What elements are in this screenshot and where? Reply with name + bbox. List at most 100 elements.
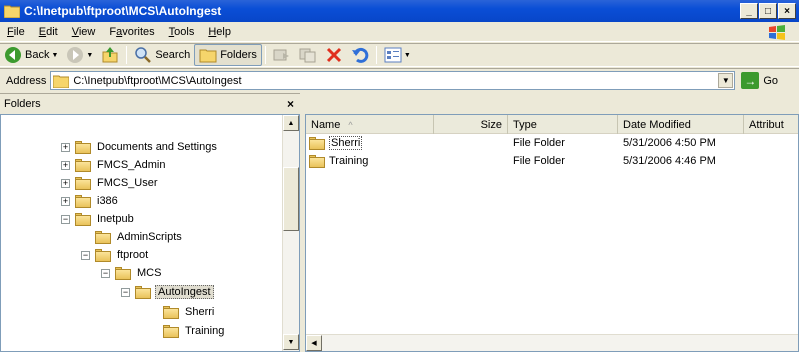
folder-icon xyxy=(95,248,111,262)
tree-item-selected[interactable]: − AutoIngest xyxy=(121,284,214,300)
folder-icon xyxy=(95,230,111,244)
search-button[interactable]: Search xyxy=(130,44,194,66)
views-icon xyxy=(384,47,402,63)
file-list[interactable]: Name ^ Size Type Date Modified Attribut … xyxy=(305,114,799,352)
list-item-name: Training xyxy=(306,154,434,168)
maximize-button[interactable]: □ xyxy=(759,3,777,19)
menu-edit[interactable]: Edit xyxy=(32,26,65,38)
scroll-down-icon[interactable]: ▼ xyxy=(283,334,299,350)
tree-item-label: i386 xyxy=(97,195,118,207)
folders-pane-close-button[interactable]: × xyxy=(287,97,294,111)
toolbar-separator xyxy=(264,46,266,64)
column-type[interactable]: Type xyxy=(508,115,618,134)
back-button[interactable]: Back ▼ xyxy=(0,44,62,66)
column-size-label: Size xyxy=(480,118,502,131)
menu-tools-rest: ools xyxy=(174,25,195,38)
list-item-type: File Folder xyxy=(513,137,565,149)
up-folder-button[interactable] xyxy=(97,44,123,66)
go-arrow-icon: → xyxy=(741,72,760,89)
forward-arrow-icon xyxy=(67,47,84,63)
back-dropdown-icon[interactable]: ▼ xyxy=(51,52,58,59)
tree-item[interactable]: + FMCS_User xyxy=(61,175,160,191)
folders-tree[interactable]: + Documents and Settings + FMCS_Admin + … xyxy=(0,114,300,352)
collapse-icon[interactable]: − xyxy=(121,287,130,297)
move-to-button[interactable] xyxy=(269,44,295,66)
toolbar: Back ▼ ▼ Search Folders ▼ xyxy=(0,43,799,67)
tree-item-label: FMCS_Admin xyxy=(97,159,166,171)
folders-button[interactable]: Folders xyxy=(194,44,262,66)
tree-item-label: FMCS_User xyxy=(97,177,158,189)
close-button[interactable]: × xyxy=(778,3,796,19)
folder-icon xyxy=(163,305,179,319)
open-folder-icon xyxy=(135,285,151,299)
folder-icon xyxy=(75,176,91,190)
tree-item[interactable]: Training xyxy=(163,323,226,339)
scroll-thumb[interactable] xyxy=(283,167,299,231)
folders-icon xyxy=(199,49,217,63)
expand-icon[interactable]: + xyxy=(61,142,70,152)
folders-pane-header: Folders × xyxy=(0,93,300,114)
scroll-up-icon[interactable]: ▲ xyxy=(283,115,299,131)
column-name[interactable]: Name ^ xyxy=(306,115,434,134)
address-input[interactable]: C:\Inetpub\ftproot\MCS\AutoIngest ▼ xyxy=(50,71,736,90)
tree-item[interactable]: + i386 xyxy=(61,193,120,209)
tree-item[interactable]: + Documents and Settings xyxy=(61,139,219,155)
folder-icon xyxy=(309,136,325,150)
delete-icon xyxy=(326,47,341,63)
title-bar[interactable]: C:\Inetpub\ftproot\MCS\AutoIngest _ □ × xyxy=(0,0,799,22)
forward-button[interactable]: ▼ xyxy=(62,44,97,66)
forward-dropdown-icon[interactable]: ▼ xyxy=(86,52,93,59)
copy-to-button[interactable] xyxy=(295,44,321,66)
menu-help[interactable]: Help xyxy=(201,26,238,38)
undo-button[interactable] xyxy=(347,44,373,66)
menu-tools[interactable]: Tools xyxy=(162,26,202,38)
folder-icon xyxy=(75,158,91,172)
tree-item[interactable]: AdminScripts xyxy=(95,229,184,245)
collapse-icon[interactable]: − xyxy=(61,214,70,224)
search-label: Search xyxy=(155,49,191,61)
scroll-left-icon[interactable]: ◀ xyxy=(306,335,322,351)
tree-item-label: MCS xyxy=(137,267,162,279)
list-item-date: 5/31/2006 4:50 PM xyxy=(623,137,716,149)
minimize-button[interactable]: _ xyxy=(740,3,758,19)
list-item[interactable]: Training File Folder 5/31/2006 4:46 PM xyxy=(306,153,744,169)
views-button[interactable]: ▼ xyxy=(380,44,415,66)
list-horizontal-scrollbar[interactable]: ◀ xyxy=(306,334,798,351)
go-button[interactable]: → Go xyxy=(741,72,778,89)
menu-help-rest: elp xyxy=(216,25,231,38)
up-folder-icon xyxy=(102,47,118,63)
tree-item-label: AutoIngest xyxy=(155,285,214,299)
views-dropdown-icon[interactable]: ▼ xyxy=(404,52,411,59)
column-date-modified[interactable]: Date Modified xyxy=(618,115,744,134)
folder-icon xyxy=(163,324,179,338)
folder-icon xyxy=(53,75,70,88)
folders-pane-title: Folders xyxy=(4,98,41,110)
collapse-icon[interactable]: − xyxy=(101,268,110,278)
expand-icon[interactable]: + xyxy=(61,160,70,170)
tree-item-label: AdminScripts xyxy=(117,231,182,243)
expand-icon[interactable]: + xyxy=(61,196,70,206)
tree-item[interactable]: Sherri xyxy=(163,304,216,320)
list-item-name-label: Training xyxy=(329,155,369,167)
tree-item-label: Inetpub xyxy=(97,213,134,225)
tree-item-label: Training xyxy=(185,325,225,337)
column-attributes[interactable]: Attribut xyxy=(744,115,798,134)
list-item[interactable]: Sherri File Folder 5/31/2006 4:50 PM xyxy=(306,135,744,151)
tree-item[interactable]: − Inetpub xyxy=(61,211,136,227)
menu-view[interactable]: View xyxy=(65,26,103,38)
address-dropdown-icon[interactable]: ▼ xyxy=(718,73,734,88)
folders-vertical-scrollbar[interactable]: ▲ ▼ xyxy=(282,115,299,351)
folder-icon xyxy=(115,266,131,280)
column-type-label: Type xyxy=(513,118,537,131)
column-attributes-label: Attribut xyxy=(749,118,784,131)
column-size[interactable]: Size xyxy=(434,115,508,134)
tree-item[interactable]: − MCS xyxy=(101,265,163,281)
menu-favorites[interactable]: Favorites xyxy=(102,26,161,38)
delete-button[interactable] xyxy=(321,44,347,66)
tree-item[interactable]: + FMCS_Admin xyxy=(61,157,167,173)
collapse-icon[interactable]: − xyxy=(81,250,90,260)
menu-file[interactable]: File xyxy=(0,26,32,38)
list-header: Name ^ Size Type Date Modified Attribut xyxy=(306,115,798,134)
tree-item[interactable]: − ftproot xyxy=(81,247,150,263)
expand-icon[interactable]: + xyxy=(61,178,70,188)
